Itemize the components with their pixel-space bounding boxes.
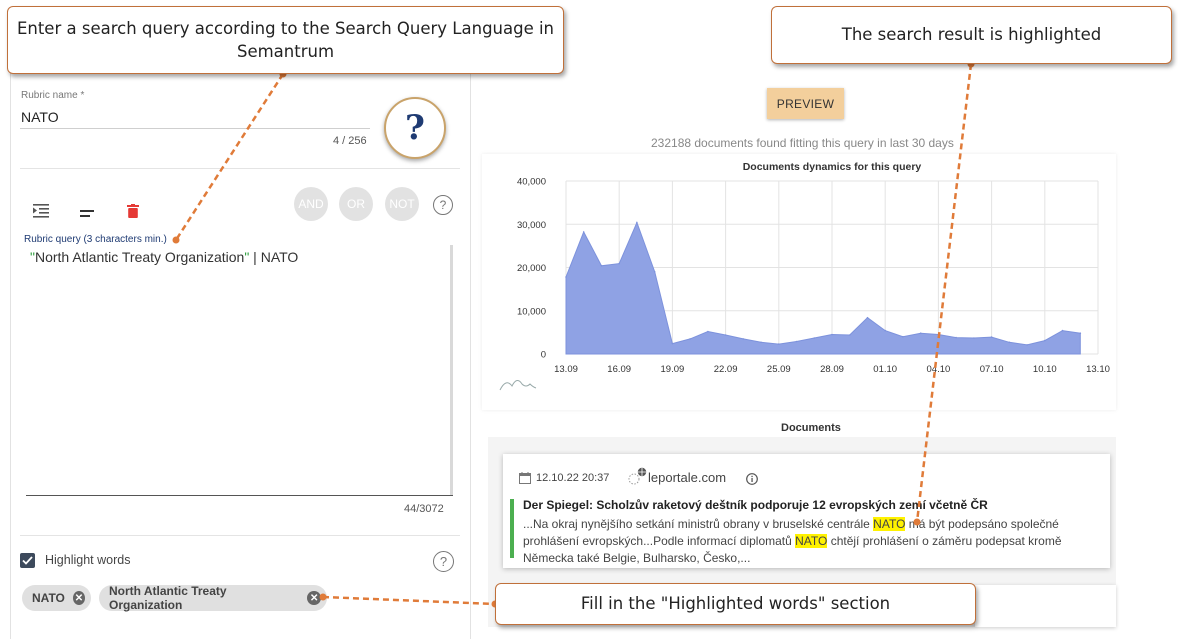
callout-connectors: [172, 60, 975, 608]
words-callout: Fill in the "Highlighted words" section: [495, 583, 976, 625]
connector-dot: [319, 593, 327, 601]
connector-line: [915, 63, 973, 523]
connector-dot: [172, 236, 180, 244]
connector-line: [174, 73, 285, 241]
connector-line: [322, 595, 496, 606]
query-callout: Enter a search query according to the Se…: [7, 6, 564, 74]
connector-dot: [913, 518, 921, 526]
result-callout: The search result is highlighted: [771, 6, 1172, 64]
